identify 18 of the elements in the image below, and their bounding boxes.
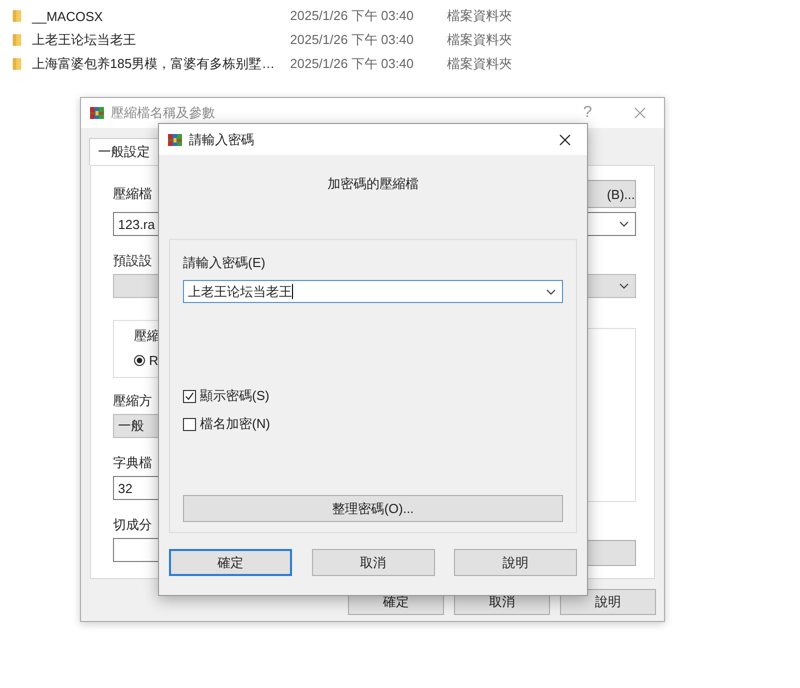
file-type: 檔案資料夾 — [447, 7, 512, 25]
file-type: 檔案資料夾 — [447, 31, 512, 49]
modified-date: 2025/1/26 下午 03:40 — [290, 31, 415, 49]
checkbox-label: 顯示密碼(S) — [200, 387, 270, 405]
dialog-subtitle: 加密碼的壓縮檔 — [328, 175, 418, 193]
window-title: 壓縮檔名稱及參數 — [111, 104, 216, 122]
field-label: 字典檔 — [113, 454, 152, 472]
checkbox-label: 檔名加密(N) — [200, 415, 270, 433]
field-label: 請輸入密碼(E) — [183, 254, 266, 272]
modified-date: 2025/1/26 下午 03:40 — [290, 55, 415, 73]
field-label: 預設設 — [113, 252, 152, 270]
dialog-title: 請輸入密碼 — [189, 130, 255, 148]
modified-date: 2025/1/26 下午 03:40 — [290, 7, 415, 25]
field-label: 切成分 — [113, 516, 152, 534]
radio-label: R — [149, 353, 158, 368]
field-label: 壓縮檔 — [113, 185, 152, 203]
file-type: 檔案資料夾 — [447, 55, 512, 73]
field-label: 壓縮方 — [113, 392, 152, 410]
